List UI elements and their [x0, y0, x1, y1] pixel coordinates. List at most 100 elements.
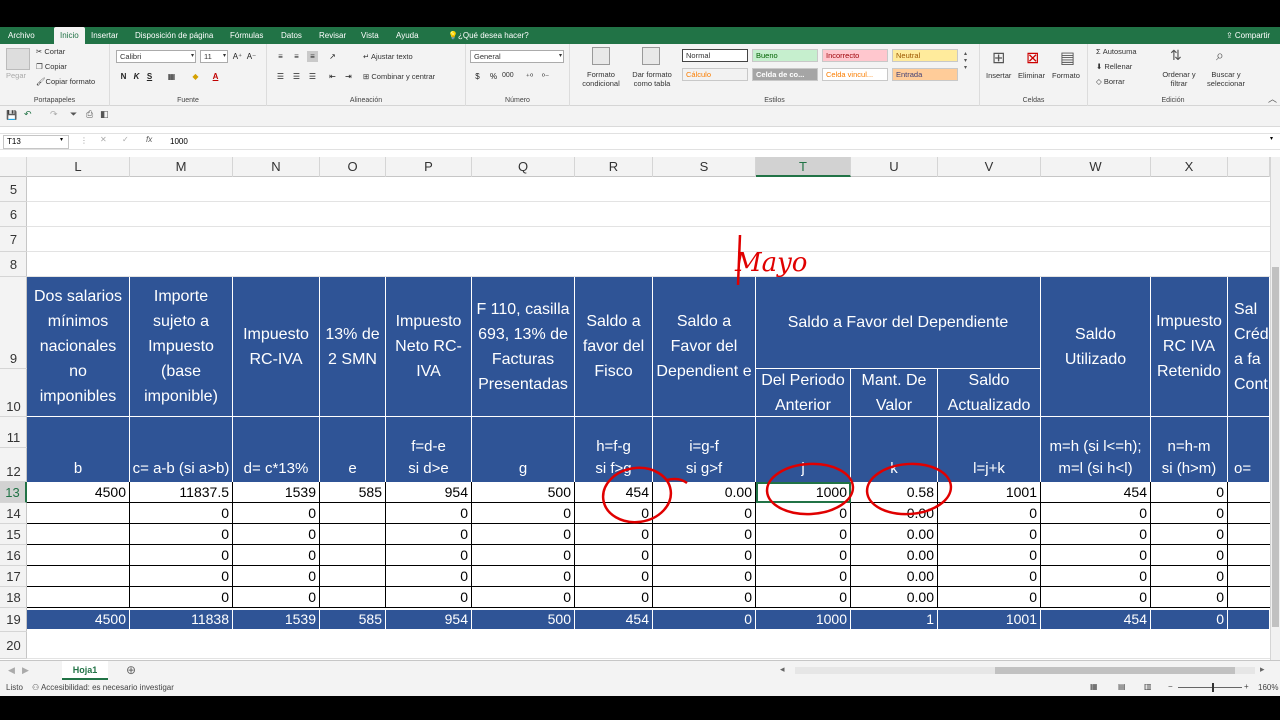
- cell-x15[interactable]: 0: [1151, 524, 1228, 545]
- cell-n15[interactable]: 0: [233, 524, 320, 545]
- cell-l17[interactable]: [27, 566, 130, 587]
- row-header-5[interactable]: 5: [0, 177, 27, 202]
- row-header-10[interactable]: 10: [0, 369, 27, 417]
- tab-next-icon[interactable]: ▶: [22, 665, 29, 676]
- cell-v13[interactable]: 1001: [938, 482, 1041, 503]
- align-center-icon[interactable]: ☰: [291, 71, 302, 82]
- font-color-icon[interactable]: A: [210, 71, 221, 82]
- cell-x17[interactable]: 0: [1151, 566, 1228, 587]
- cell-m14[interactable]: 0: [130, 503, 233, 524]
- undo-icon[interactable]: ↶: [24, 109, 32, 120]
- cell-v16[interactable]: 0: [938, 545, 1041, 566]
- row-header-12[interactable]: 12: [0, 448, 27, 482]
- row-header-18[interactable]: 18: [0, 587, 27, 608]
- column-header-m[interactable]: M: [130, 157, 233, 177]
- total-x[interactable]: 0: [1151, 610, 1228, 629]
- preview-icon[interactable]: ⎙: [86, 109, 93, 120]
- cell-partial-15[interactable]: [1228, 524, 1270, 545]
- chevron-down-icon[interactable]: ▾: [1270, 135, 1273, 142]
- column-header-partial[interactable]: [1228, 157, 1270, 177]
- hscroll-left-icon[interactable]: ◂: [780, 664, 785, 675]
- autosum-button[interactable]: Σ Autosuma: [1096, 47, 1137, 56]
- column-header-n[interactable]: N: [233, 157, 320, 177]
- cell-l16[interactable]: [27, 545, 130, 566]
- total-partial[interactable]: [1228, 610, 1270, 629]
- cell-u13[interactable]: 0.58: [851, 482, 938, 503]
- wrap-text-button[interactable]: ↵ Ajustar texto: [363, 52, 413, 61]
- total-u[interactable]: 1: [851, 610, 938, 629]
- row-header-15[interactable]: 15: [0, 524, 27, 545]
- cell-p17[interactable]: 0: [386, 566, 472, 587]
- cell-u18[interactable]: 0.00: [851, 587, 938, 608]
- cell-x18[interactable]: 0: [1151, 587, 1228, 608]
- cell-q18[interactable]: 0: [472, 587, 575, 608]
- tab-inicio[interactable]: Inicio: [54, 27, 85, 44]
- column-header-w[interactable]: W: [1041, 157, 1151, 177]
- hscroll-right-icon[interactable]: ▸: [1260, 664, 1265, 675]
- cell-t13[interactable]: 1000: [756, 482, 851, 503]
- format-as-table-button[interactable]: Dar formato como tabla: [628, 70, 676, 88]
- cell-partial-18[interactable]: [1228, 587, 1270, 608]
- cell-o18[interactable]: [320, 587, 386, 608]
- underline-button[interactable]: S: [144, 71, 155, 82]
- tab-disposicion[interactable]: Disposición de página: [135, 27, 213, 44]
- cell-p16[interactable]: 0: [386, 545, 472, 566]
- cell-partial-14[interactable]: [1228, 503, 1270, 524]
- row-header-11[interactable]: 11: [0, 417, 27, 448]
- paste-button[interactable]: Pegar: [6, 71, 26, 80]
- cell-u14[interactable]: 0.00: [851, 503, 938, 524]
- cell-t18[interactable]: 0: [756, 587, 851, 608]
- merge-center-button[interactable]: ⊞ Combinar y centrar: [363, 72, 435, 81]
- decrease-indent-icon[interactable]: ⇤: [327, 71, 338, 82]
- font-name-combo[interactable]: Calibri ▾: [116, 50, 196, 63]
- format-cells-button[interactable]: Formato: [1052, 71, 1080, 80]
- copy-button[interactable]: ❐ Copiar: [36, 62, 67, 71]
- style-normal[interactable]: Normal: [682, 49, 748, 62]
- insert-cells-button[interactable]: Insertar: [986, 71, 1011, 80]
- cell-r16[interactable]: 0: [575, 545, 653, 566]
- style-calculo[interactable]: Cálculo: [682, 68, 748, 81]
- cell-x14[interactable]: 0: [1151, 503, 1228, 524]
- column-header-u[interactable]: U: [851, 157, 938, 177]
- cell-n17[interactable]: 0: [233, 566, 320, 587]
- cell-v18[interactable]: 0: [938, 587, 1041, 608]
- row-header-14[interactable]: 14: [0, 503, 27, 524]
- cell-m18[interactable]: 0: [130, 587, 233, 608]
- row-header-16[interactable]: 16: [0, 545, 27, 566]
- total-w[interactable]: 454: [1041, 610, 1151, 629]
- tell-me-search[interactable]: ¿Qué desea hacer?: [458, 27, 529, 44]
- fill-button[interactable]: ⬇ Rellenar: [1096, 62, 1132, 71]
- cell-p14[interactable]: 0: [386, 503, 472, 524]
- cell-s14[interactable]: 0: [653, 503, 756, 524]
- align-bottom-icon[interactable]: ≡: [307, 51, 318, 62]
- worksheet-grid[interactable]: Dos salarios mínimos nacionales no impon…: [27, 177, 1270, 659]
- cell-o14[interactable]: [320, 503, 386, 524]
- normal-view-icon[interactable]: ▦: [1090, 682, 1098, 691]
- cell-q14[interactable]: 0: [472, 503, 575, 524]
- chevron-down-icon[interactable]: ▾: [60, 136, 63, 143]
- cell-q16[interactable]: 0: [472, 545, 575, 566]
- align-left-icon[interactable]: ☰: [275, 71, 286, 82]
- share-button[interactable]: ⇪ Compartir: [1226, 27, 1270, 44]
- cell-w17[interactable]: 0: [1041, 566, 1151, 587]
- scrollbar-thumb[interactable]: [1272, 267, 1279, 627]
- select-all-corner[interactable]: [0, 157, 27, 177]
- cell-o15[interactable]: [320, 524, 386, 545]
- total-q[interactable]: 500: [472, 610, 575, 629]
- column-header-s[interactable]: S: [653, 157, 756, 177]
- save-icon[interactable]: 💾: [6, 110, 17, 121]
- cell-u16[interactable]: 0.00: [851, 545, 938, 566]
- zoom-slider-thumb[interactable]: [1212, 683, 1214, 692]
- styles-scroll-icon[interactable]: ▴ ▾ ▾: [964, 50, 967, 71]
- cell-w15[interactable]: 0: [1041, 524, 1151, 545]
- increase-decimal-icon[interactable]: ⁺⁰: [524, 71, 535, 82]
- cell-o17[interactable]: [320, 566, 386, 587]
- tab-revisar[interactable]: Revisar: [319, 27, 346, 44]
- total-l[interactable]: 4500: [27, 610, 130, 629]
- cell-l13[interactable]: 4500: [27, 482, 130, 503]
- cell-partial-17[interactable]: [1228, 566, 1270, 587]
- cell-o13[interactable]: 585: [320, 482, 386, 503]
- cell-w18[interactable]: 0: [1041, 587, 1151, 608]
- clear-button[interactable]: ◇ Borrar: [1096, 77, 1125, 86]
- page-layout-icon[interactable]: ▤: [1118, 682, 1126, 691]
